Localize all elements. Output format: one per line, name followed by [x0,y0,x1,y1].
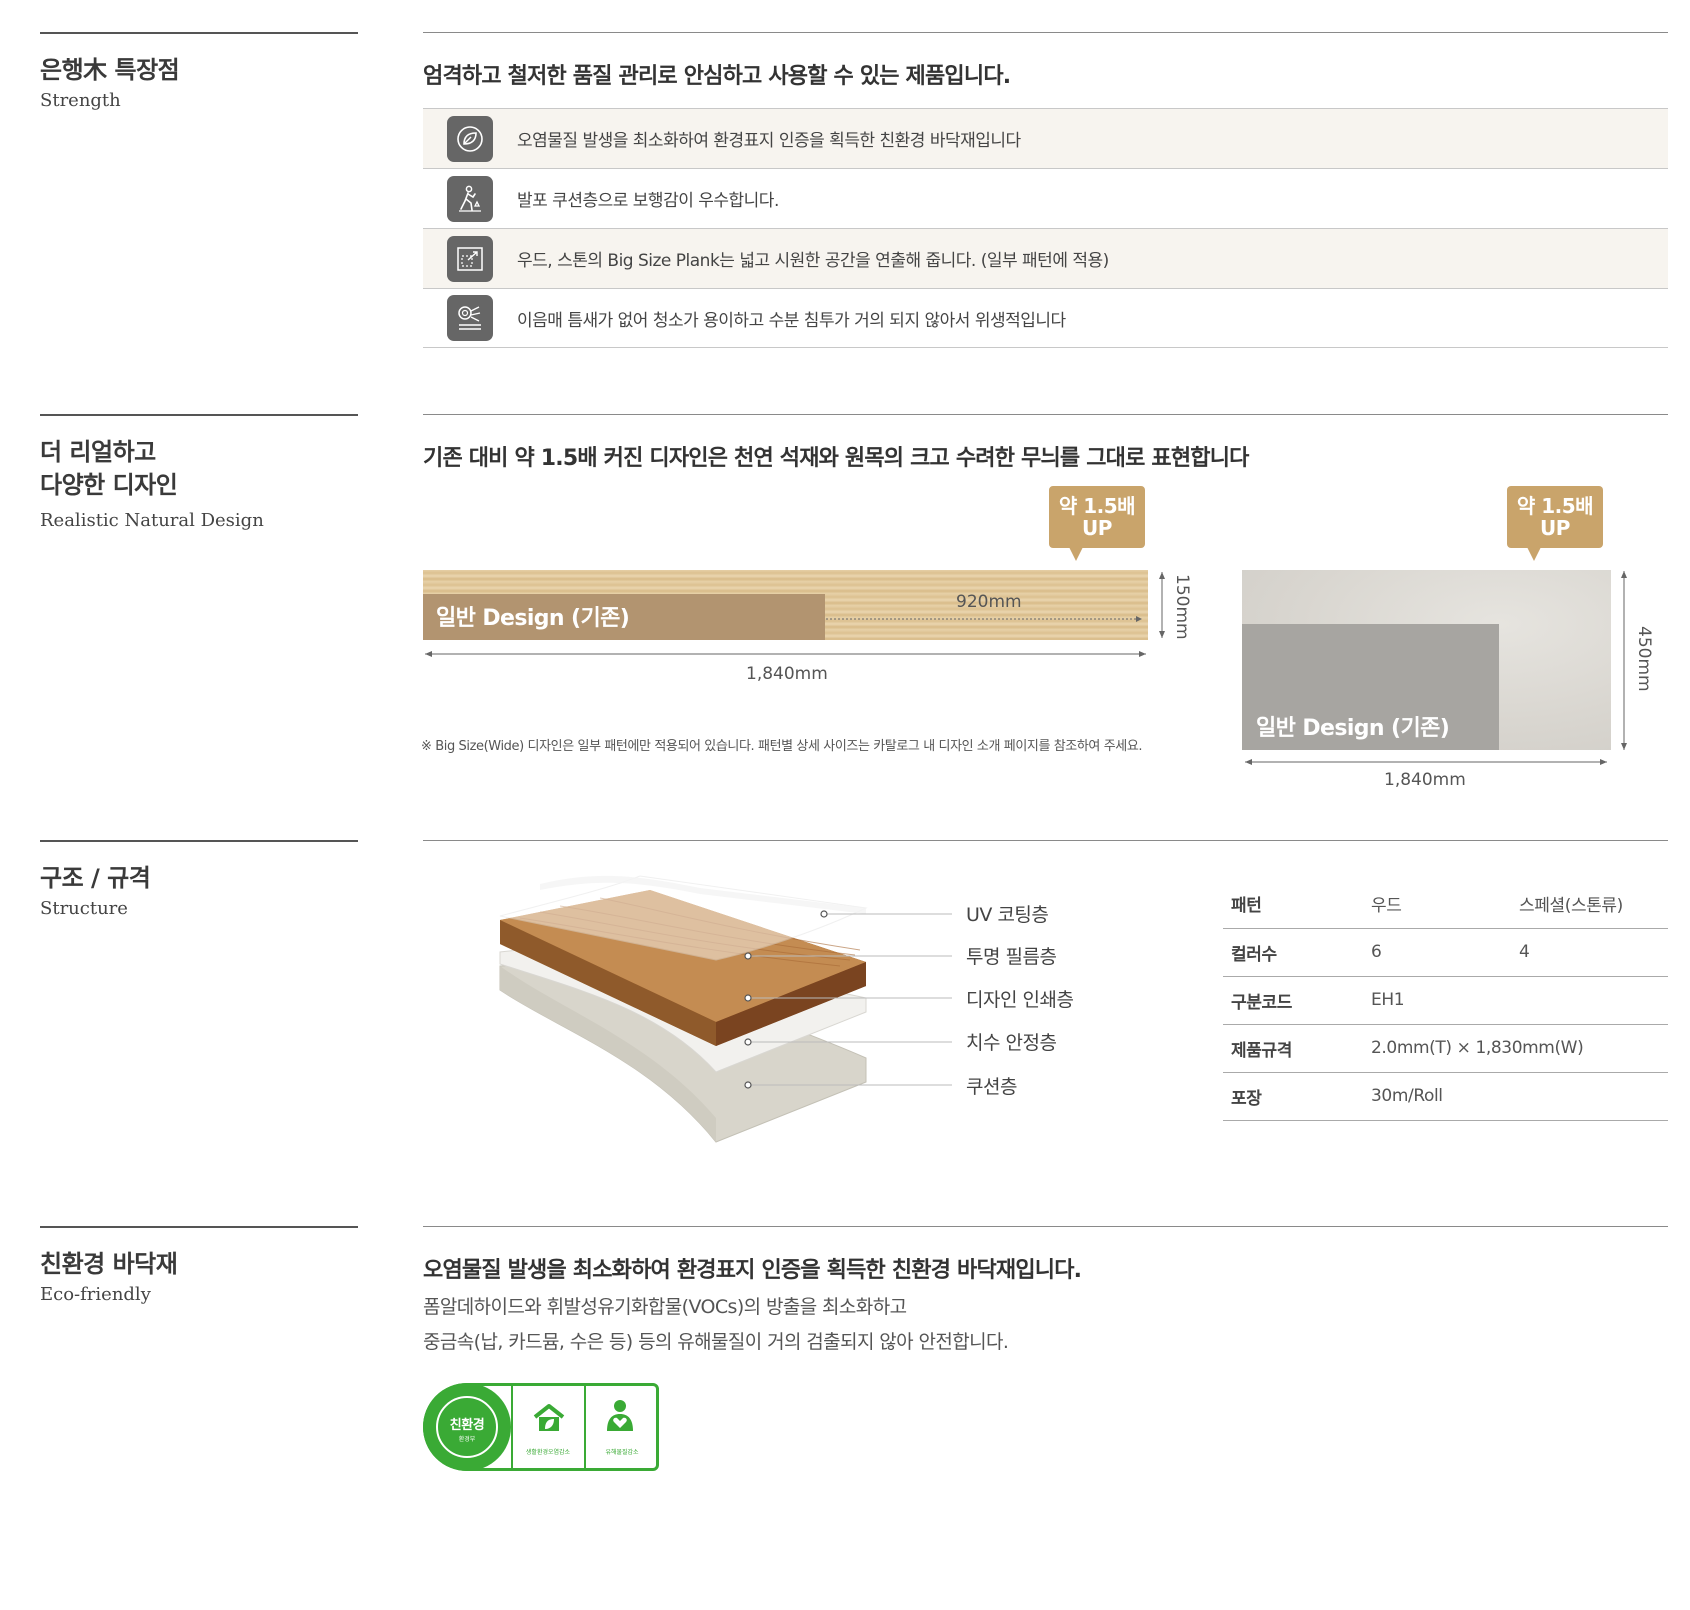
table-row: 제품규격 2.0mm(T) × 1,830mm(W) [1223,1024,1668,1073]
section-headline: 엄격하고 철저한 품질 관리로 안심하고 사용할 수 있는 제품입니다. [423,64,1011,89]
dimension-label: 1,840mm [746,664,828,684]
expand-icon [447,235,493,282]
section-divider [40,840,358,842]
feature-text: 이음매 틈새가 없어 청소가 용이하고 수분 침투가 거의 되지 않아서 위생적… [517,310,1066,331]
table-row: 컬러수 6 4 [1223,928,1668,977]
feature-text: 오염물질 발생을 최소화하여 환경표지 인증을 획득한 친환경 바닥재입니다 [517,131,1021,151]
section-subtitle: Strength [40,90,121,111]
normal-design-label: 일반 Design (기존) [436,606,630,631]
dimension-arrows [425,571,1627,765]
list-item: 우드, 스톤의 Big Size Plank는 넓고 시원한 공간을 연출해 줍… [423,228,1668,288]
feature-text: 우드, 스톤의 Big Size Plank는 넓고 시원한 공간을 연출해 줍… [517,251,1109,271]
eco-body-text: 중금속(납, 카드뮴, 수은 등) 등의 유해물질이 거의 검출되지 않아 안전… [423,1331,1009,1353]
walking-person-icon [447,175,493,222]
section-subtitle: Realistic Natural Design [40,510,264,531]
section-divider [40,414,358,416]
section-divider [423,840,1668,841]
leaf-icon [447,115,493,162]
eco-mark-sub: 환경부 [458,1436,476,1443]
cleaning-roller-icon [447,295,493,341]
eco-body-text: 폼알데하이드와 휘발성유기화합물(VOCs)의 방출을 최소화하고 [423,1296,907,1318]
design-section: 더 리얼하고 다양한 디자인 Realistic Natural Design … [0,414,1690,794]
section-divider [40,32,358,34]
layer-label: UV 코팅층 [966,904,1049,926]
section-title: 더 리얼하고 다양한 디자인 [40,438,178,499]
layer-label: 쿠션층 [966,1076,1017,1098]
eco-section: 친환경 바닥재 Eco-friendly 오염물질 발생을 최소화하여 환경표지… [0,1226,1690,1486]
eco-certification-logo: 친환경 환경부 생활환경오염감소 유해물질감소 [423,1383,659,1471]
layer-label: 투명 필름층 [966,946,1057,968]
feature-list: 오염물질 발생을 최소화하여 환경표지 인증을 획득한 친환경 바닥재입니다 발… [423,108,1668,348]
list-item: 오염물질 발생을 최소화하여 환경표지 인증을 획득한 친환경 바닥재입니다 [423,108,1668,168]
section-subtitle: Eco-friendly [40,1284,151,1305]
dimension-label: 1,840mm [1384,770,1466,790]
section-divider [423,1226,1668,1227]
list-item: 발포 쿠션층으로 보행감이 우수합니다. [423,168,1668,228]
certification-label: 생활환경오염감소 [525,1449,571,1456]
size-up-badge: 약 1.5배 UP [1507,486,1603,561]
table-row: 패턴 우드 스페셜(스톤류) [1223,880,1668,929]
layer-label: 디자인 인쇄층 [966,989,1074,1011]
eco-mark-text: 친환경 [449,1418,485,1433]
section-headline: 기존 대비 약 1.5배 커진 디자인은 천연 석재와 원목의 크고 수려한 무… [423,446,1249,471]
section-subtitle: Structure [40,898,128,919]
house-leaf-icon [531,1403,567,1439]
section-title: 은행木 특장점 [40,56,180,84]
dimension-label: 150mm [1172,574,1192,640]
table-row: 구분코드 EH1 [1223,976,1668,1025]
table-row: 포장 30m/Roll [1223,1072,1668,1121]
normal-design-label: 일반 Design (기존) [1256,716,1450,741]
strength-section: 은행木 특장점 Strength 엄격하고 철저한 품질 관리로 안심하고 사용… [0,32,1690,352]
feature-text: 발포 쿠션층으로 보행감이 우수합니다. [517,191,779,211]
dimension-label: 450mm [1634,626,1654,692]
dimension-label: 920mm [956,592,1022,612]
design-note: ※ Big Size(Wide) 디자인은 일부 패턴에만 적용되어 있습니다.… [421,739,1143,754]
size-up-badge: 약 1.5배 UP [1049,486,1145,561]
section-title: 친환경 바닥재 [40,1250,178,1278]
layer-label: 치수 안정층 [966,1032,1057,1054]
person-heart-icon [604,1399,636,1439]
section-title: 구조 / 규격 [40,864,151,892]
section-headline: 오염물질 발생을 최소화하여 환경표지 인증을 획득한 친환경 바닥재입니다. [423,1258,1082,1283]
list-item: 이음매 틈새가 없어 청소가 용이하고 수분 침투가 거의 되지 않아서 위생적… [423,288,1668,348]
section-divider [423,414,1668,415]
certification-label: 유해물질감소 [605,1449,639,1456]
section-divider [423,32,1668,33]
section-divider [40,1226,358,1228]
spec-table: 패턴 우드 스페셜(스톤류) 컬러수 6 4 구분코드 EH1 제품규격 2.0… [1223,880,1668,1121]
